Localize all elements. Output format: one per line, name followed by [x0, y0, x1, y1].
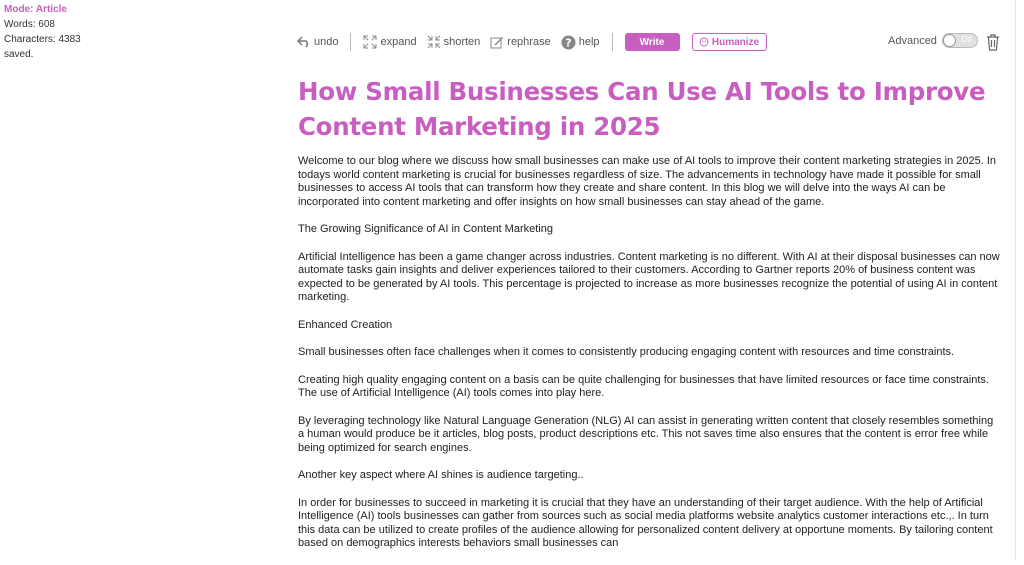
humanize-label: Humanize	[711, 36, 760, 48]
mode-label: Mode: Article	[4, 4, 67, 15]
expand-icon	[363, 35, 377, 49]
article-paragraph[interactable]: Creating high quality engaging content o…	[298, 374, 1000, 401]
undo-button[interactable]: undo	[297, 36, 338, 48]
toolbar-divider	[611, 33, 613, 51]
undo-label: undo	[314, 36, 339, 48]
rephrase-button[interactable]: rephrase	[490, 35, 551, 49]
svg-text:?: ?	[565, 36, 571, 49]
humanize-button[interactable]: Humanize	[691, 33, 767, 51]
humanize-icon	[699, 37, 709, 47]
expand-label: expand	[380, 36, 417, 48]
article-heading[interactable]: The Growing Significance of AI in Conten…	[298, 223, 1000, 237]
document-status: Mode: Article Words: 608 Characters: 438…	[4, 2, 81, 62]
article-paragraph[interactable]: Welcome to our blog where we discuss how…	[298, 155, 1000, 209]
write-button[interactable]: Write	[624, 33, 680, 51]
advanced-label: Advanced	[888, 34, 937, 47]
word-count: Words: 608	[4, 19, 55, 30]
toggle-state-label: Off	[961, 35, 972, 44]
rephrase-icon	[490, 35, 504, 49]
character-count: Characters: 4383	[4, 34, 81, 45]
delete-button[interactable]	[986, 34, 1000, 56]
undo-icon	[297, 36, 311, 48]
advanced-toggle[interactable]: Off	[941, 33, 978, 48]
help-icon: ?	[561, 35, 576, 50]
toolbar-divider	[350, 33, 352, 51]
shorten-label: shorten	[443, 36, 481, 48]
rephrase-label: rephrase	[507, 36, 551, 48]
article-paragraph[interactable]: By leveraging technology like Natural La…	[298, 415, 1000, 456]
help-label: help	[578, 36, 600, 48]
article-title[interactable]: How Small Businesses Can Use AI Tools to…	[298, 74, 1000, 144]
toggle-knob	[942, 34, 956, 47]
article-paragraph[interactable]: Small businesses often face challenges w…	[298, 346, 1000, 360]
help-button[interactable]: ? help	[561, 35, 600, 50]
article-editor[interactable]: How Small Businesses Can Use AI Tools to…	[298, 74, 1000, 565]
expand-button[interactable]: expand	[363, 35, 417, 49]
shorten-icon	[427, 35, 441, 49]
trash-icon	[986, 34, 1000, 55]
save-status: saved.	[4, 49, 34, 60]
article-paragraph[interactable]: Another key aspect where AI shines is au…	[298, 469, 1000, 483]
article-heading[interactable]: Enhanced Creation	[298, 319, 1000, 333]
article-paragraph[interactable]: Artificial Intelligence has been a game …	[298, 251, 1000, 305]
article-paragraph[interactable]: In order for businesses to succeed in ma…	[298, 497, 1000, 551]
scrollbar-track[interactable]	[1015, 0, 1016, 559]
shorten-button[interactable]: shorten	[427, 35, 481, 49]
advanced-setting: Advanced Off	[888, 33, 978, 48]
